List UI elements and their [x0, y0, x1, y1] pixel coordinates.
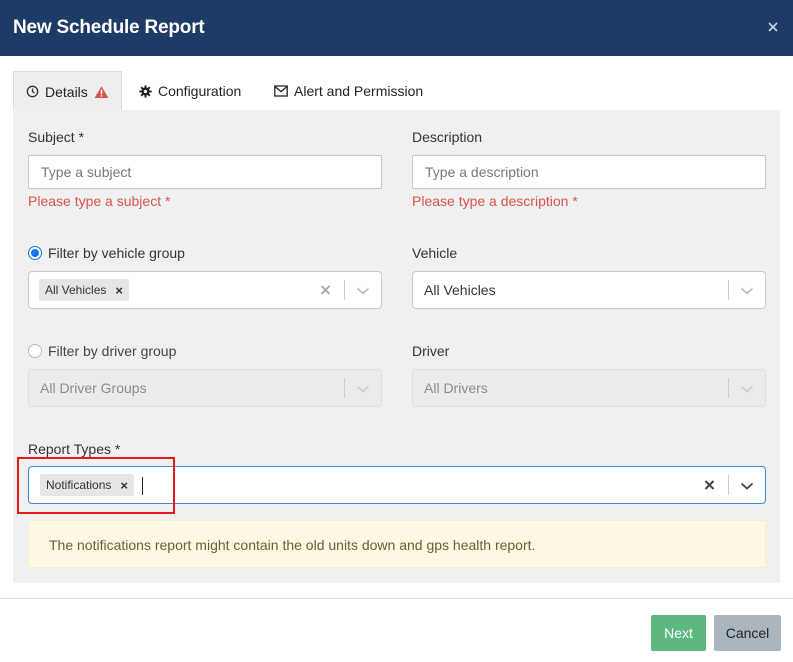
tab-configuration-label: Configuration [158, 83, 242, 99]
footer-divider [0, 598, 793, 599]
next-button[interactable]: Next [651, 615, 706, 651]
clock-icon [26, 85, 39, 98]
chevron-down-icon[interactable] [738, 282, 756, 300]
driver-group-value: All Driver Groups [40, 380, 147, 396]
notice-text: The notifications report might contain t… [49, 537, 536, 553]
tab-alert-permission-label: Alert and Permission [294, 83, 424, 99]
vehicle-group-chip-label: All Vehicles [45, 283, 107, 297]
driver-value: All Drivers [424, 380, 488, 396]
details-panel: Subject * Please type a subject * Descri… [13, 110, 780, 583]
chip-remove-icon[interactable]: × [120, 478, 128, 493]
driver-group-select: All Driver Groups [28, 369, 382, 407]
report-type-chip: Notifications × [40, 474, 134, 496]
close-icon[interactable] [765, 19, 781, 35]
tab-details[interactable]: Details [13, 71, 122, 111]
filter-vehicle-group-radio[interactable] [28, 246, 42, 260]
vehicle-group-select[interactable]: All Vehicles × [28, 271, 382, 309]
subject-input[interactable] [28, 155, 382, 189]
chevron-down-icon [740, 385, 754, 393]
select-separator [344, 280, 345, 300]
report-types-label: Report Types * [28, 441, 121, 457]
envelope-icon [274, 85, 288, 97]
cancel-button[interactable]: Cancel [714, 615, 781, 651]
tab-bar: Details Configuration Alert and Permissi… [13, 71, 780, 111]
dialog-title: New Schedule Report [13, 17, 205, 38]
chevron-down-icon [356, 385, 370, 393]
clear-icon[interactable] [702, 476, 718, 494]
report-type-chip-label: Notifications [46, 478, 112, 492]
chevron-down-icon[interactable] [738, 477, 756, 495]
driver-label: Driver [412, 343, 450, 359]
tab-alert-permission[interactable]: Alert and Permission [262, 71, 435, 111]
filter-driver-group-radio[interactable] [28, 344, 42, 358]
tab-details-label: Details [45, 83, 88, 100]
subject-error: Please type a subject * [28, 193, 171, 209]
subject-label: Subject * [28, 129, 85, 145]
description-error: Please type a description * [412, 193, 578, 209]
select-separator [344, 378, 345, 398]
chevron-down-icon[interactable] [354, 282, 372, 300]
select-separator [728, 378, 729, 398]
vehicle-value: All Vehicles [424, 282, 496, 298]
report-types-select[interactable]: Notifications × [28, 466, 766, 504]
driver-select: All Drivers [412, 369, 766, 407]
vehicle-group-chip: All Vehicles × [39, 279, 129, 301]
select-separator [728, 475, 729, 495]
gear-icon [139, 84, 152, 98]
chip-remove-icon[interactable]: × [115, 283, 123, 298]
vehicle-select[interactable]: All Vehicles [412, 271, 766, 309]
select-separator [728, 280, 729, 300]
vehicle-label: Vehicle [412, 245, 458, 261]
tab-configuration[interactable]: Configuration [127, 71, 253, 111]
dialog-header: New Schedule Report [0, 0, 793, 56]
description-input[interactable] [412, 155, 766, 189]
warning-icon [94, 85, 109, 98]
clear-icon[interactable] [318, 281, 334, 299]
notice-banner: The notifications report might contain t… [28, 520, 766, 568]
text-caret [142, 477, 143, 495]
filter-driver-group-label: Filter by driver group [48, 343, 177, 359]
description-label: Description [412, 129, 483, 145]
filter-vehicle-group-label: Filter by vehicle group [48, 245, 185, 261]
